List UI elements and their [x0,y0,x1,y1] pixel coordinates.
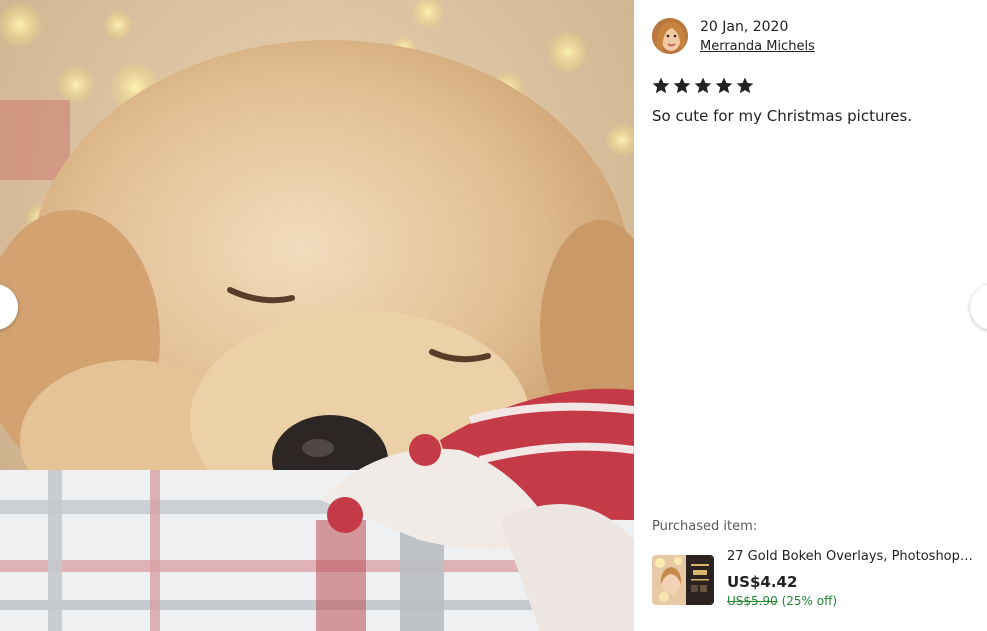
star-icon [652,77,670,94]
reviewer-avatar[interactable] [652,18,688,54]
review-photo [0,0,634,631]
item-original-price: US$5.90 [727,594,778,608]
review-date: 20 Jan, 2020 [700,19,789,35]
star-icon [694,77,712,94]
item-sale-price: US$4.42 [727,573,798,591]
purchased-item-label: Purchased item: [652,519,758,534]
purchased-item-thumbnail[interactable] [652,555,714,605]
next-image-button[interactable] [970,284,987,330]
item-thumbnail-image [652,555,714,605]
reviewer-name-link[interactable]: Merranda Michels [700,39,815,54]
item-price-discount-row: US$5.90 (25% off) [727,594,837,608]
star-icon [673,77,691,94]
star-icon [736,77,754,94]
avatar-image [652,18,688,54]
star-icon [715,77,733,94]
purchased-item-title-link[interactable]: 27 Gold Bokeh Overlays, Photoshop O... [727,549,977,564]
puppy-photo-image [0,0,634,631]
item-discount-percent: (25% off) [781,594,838,608]
review-text: So cute for my Christmas pictures. [652,107,913,125]
star-rating [651,76,755,96]
